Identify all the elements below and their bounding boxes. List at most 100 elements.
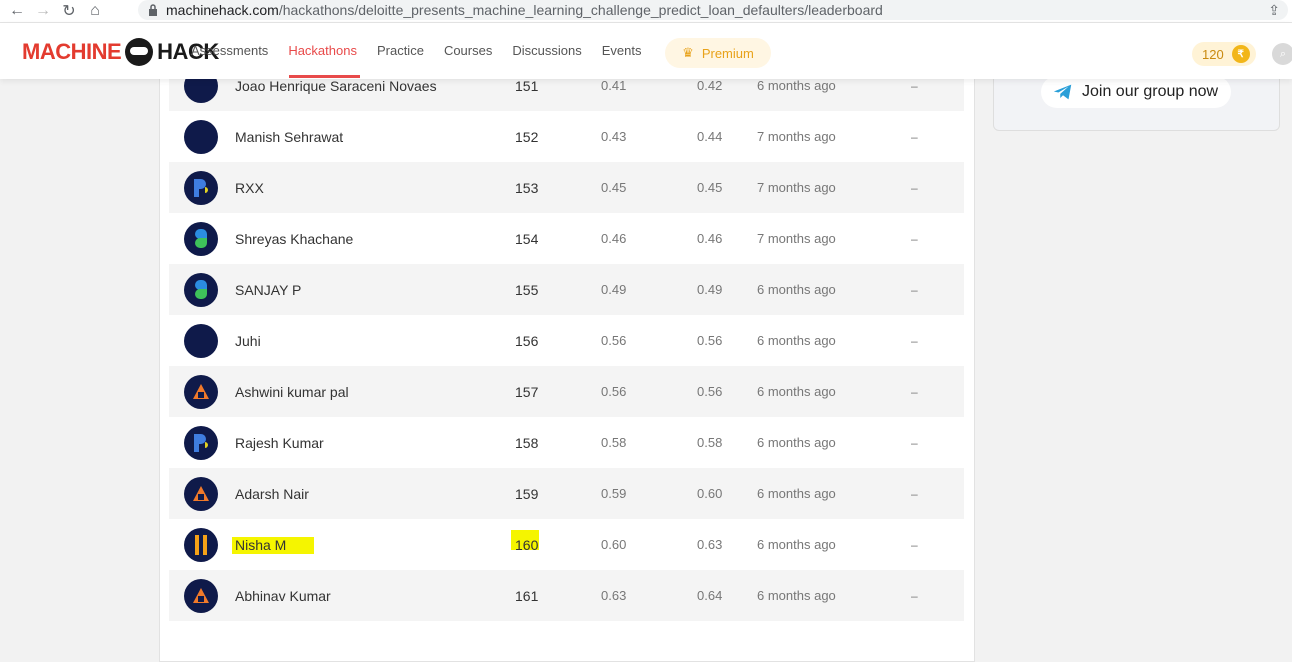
logo-mascot-icon: [125, 38, 154, 66]
participant-name[interactable]: Manish Sehrawat: [235, 129, 343, 145]
table-row[interactable]: Rajesh Kumar 158 0.58 0.58 6 months ago –: [169, 417, 964, 468]
lock-icon: [149, 4, 157, 16]
public-score: 0.46: [601, 231, 627, 246]
coin-icon: ₹: [1231, 45, 1250, 63]
extra-value: –: [911, 180, 918, 195]
table-row[interactable]: Manish Sehrawat 152 0.43 0.44 7 months ago –: [169, 111, 964, 162]
table-row[interactable]: Adarsh Nair 159 0.59 0.60 6 months ago –: [169, 468, 964, 519]
extra-value: –: [911, 231, 918, 246]
submission-time: 7 months ago: [757, 129, 836, 144]
table-row[interactable]: Abhinav Kumar 161 0.63 0.64 6 months ago –: [169, 570, 964, 621]
search-icon[interactable]: ⌕: [1272, 43, 1292, 65]
private-score: 0.58: [697, 435, 723, 450]
submission-time: 6 months ago: [757, 333, 836, 348]
rank-value: 153: [515, 179, 539, 196]
forward-icon[interactable]: →: [30, 0, 56, 22]
site-header: MACHINE HACK Assessments Hackathons Prac…: [0, 23, 1292, 79]
rank-value: 157: [515, 383, 539, 400]
reload-icon[interactable]: ↻: [56, 0, 82, 22]
private-score: 0.56: [697, 384, 723, 399]
public-score: 0.59: [601, 486, 627, 501]
participant-name[interactable]: Rajesh Kumar: [235, 435, 324, 451]
logo-text-machine: MACHINE: [22, 39, 122, 64]
avatar: [184, 272, 218, 307]
join-group-label: Join our group now: [1082, 83, 1219, 100]
extra-value: –: [911, 435, 918, 450]
rank-value: 159: [515, 485, 539, 502]
private-score: 0.46: [697, 231, 723, 246]
participant-name[interactable]: Adarsh Nair: [235, 486, 309, 502]
submission-time: 6 months ago: [757, 384, 836, 399]
avatar: [184, 374, 218, 409]
rank-value: 155: [515, 281, 539, 298]
participant-name[interactable]: RXX: [235, 180, 264, 196]
share-icon[interactable]: ⇪: [1268, 2, 1280, 19]
rank-value: 154: [515, 230, 539, 247]
nav-practice[interactable]: Practice: [377, 43, 424, 58]
coins-badge[interactable]: 120 ₹: [1192, 42, 1256, 66]
participant-name[interactable]: Abhinav Kumar: [235, 588, 331, 604]
nav-courses[interactable]: Courses: [444, 43, 492, 58]
avatar: [184, 476, 218, 511]
participant-name[interactable]: Ashwini kumar pal: [235, 384, 349, 400]
site-logo[interactable]: MACHINE HACK: [22, 38, 219, 66]
participant-name[interactable]: SANJAY P: [235, 282, 301, 298]
private-score: 0.44: [697, 129, 723, 144]
avatar: [184, 527, 218, 562]
rank-value: 156: [515, 332, 539, 349]
submission-time: 6 months ago: [757, 282, 836, 297]
extra-value: –: [911, 129, 918, 144]
rank-value: 152: [515, 128, 539, 145]
submission-time: 7 months ago: [757, 180, 836, 195]
table-row[interactable]: Juhi 156 0.56 0.56 6 months ago –: [169, 315, 964, 366]
join-group-button[interactable]: Join our group now: [1041, 76, 1231, 108]
public-score: 0.41: [601, 78, 627, 93]
table-row[interactable]: SANJAY P 155 0.49 0.49 6 months ago –: [169, 264, 964, 315]
browser-toolbar: ← → ↻ ⌂ machinehack.com/hackathons/deloi…: [0, 0, 1292, 23]
public-score: 0.63: [601, 588, 627, 603]
back-icon[interactable]: ←: [4, 0, 30, 22]
table-row[interactable]: Nisha M 160 0.60 0.63 6 months ago –: [169, 519, 964, 570]
url-host: machinehack.com: [166, 2, 279, 18]
home-icon[interactable]: ⌂: [82, 0, 108, 22]
extra-value: –: [911, 333, 918, 348]
main-nav: Assessments Hackathons Practice Courses …: [191, 43, 661, 58]
extra-value: –: [911, 537, 918, 552]
nav-discussions[interactable]: Discussions: [512, 43, 581, 58]
public-score: 0.60: [601, 537, 627, 552]
table-row[interactable]: RXX 153 0.45 0.45 7 months ago –: [169, 162, 964, 213]
participant-name[interactable]: Shreyas Khachane: [235, 231, 353, 247]
participant-name[interactable]: Nisha M: [235, 537, 286, 553]
submission-time: 6 months ago: [757, 78, 836, 93]
submission-time: 6 months ago: [757, 486, 836, 501]
private-score: 0.56: [697, 333, 723, 348]
extra-value: –: [911, 588, 918, 603]
crown-icon: ♛: [682, 45, 694, 60]
table-row[interactable]: Ashwini kumar pal 157 0.56 0.56 6 months ago…: [169, 366, 964, 417]
nav-assessments[interactable]: Assessments: [191, 43, 268, 58]
nav-hackathons[interactable]: Hackathons: [288, 43, 357, 58]
public-score: 0.56: [601, 333, 627, 348]
public-score: 0.58: [601, 435, 627, 450]
avatar: [184, 425, 218, 460]
nav-events[interactable]: Events: [602, 43, 642, 58]
private-score: 0.60: [697, 486, 723, 501]
submission-time: 6 months ago: [757, 537, 836, 552]
submission-time: 7 months ago: [757, 231, 836, 246]
submission-time: 6 months ago: [757, 588, 836, 603]
active-nav-indicator: [289, 75, 360, 78]
premium-button[interactable]: ♛ Premium: [665, 38, 771, 68]
telegram-icon: [1053, 84, 1072, 100]
coins-count: 120: [1202, 46, 1224, 62]
rank-value: 160: [515, 536, 539, 553]
private-score: 0.63: [697, 537, 723, 552]
extra-value: –: [911, 282, 918, 297]
address-bar[interactable]: machinehack.com/hackathons/deloitte_pres…: [138, 0, 1288, 20]
participant-name[interactable]: Joao Henrique Saraceni Novaes: [235, 78, 437, 94]
table-row[interactable]: Shreyas Khachane 154 0.46 0.46 7 months ago –: [169, 213, 964, 264]
public-score: 0.49: [601, 282, 627, 297]
avatar: [184, 170, 218, 205]
participant-name[interactable]: Juhi: [235, 333, 261, 349]
rank-value: 161: [515, 587, 539, 604]
private-score: 0.42: [697, 78, 723, 93]
